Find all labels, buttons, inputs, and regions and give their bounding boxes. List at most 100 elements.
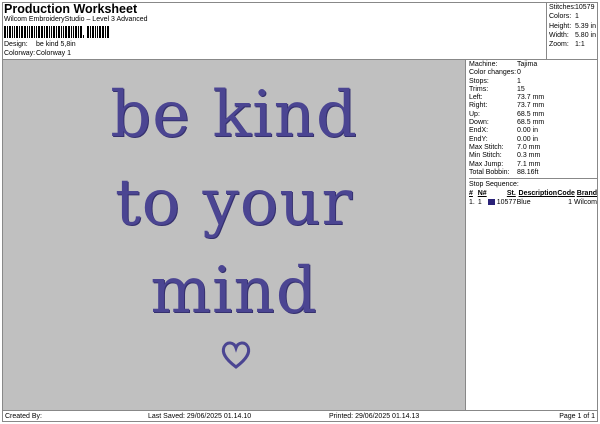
details-value: 73.7 mm — [517, 102, 545, 110]
details-label: EndY: — [469, 135, 488, 143]
details-row: Total Bobbin: 88.16ft — [469, 169, 597, 177]
summary-row: Height: 5.39 in — [549, 22, 596, 31]
footer: Created By: Last Saved: 29/06/2025 01.14… — [2, 410, 598, 422]
col-st: St. — [506, 190, 516, 198]
heart-icon — [221, 341, 251, 369]
details-row: Right: 73.7 mm — [469, 102, 597, 110]
details-label: Stops: — [469, 77, 489, 85]
col-num: # — [469, 190, 473, 198]
barcode-bar — [53, 26, 55, 38]
barcode-bar — [65, 26, 67, 38]
software-subtitle: Wilcom EmbroideryStudio – Level 3 Advanc… — [4, 16, 148, 23]
row-description: Blue — [516, 199, 531, 207]
barcode-bar — [24, 26, 26, 38]
details-value: 7.1 mm — [517, 160, 541, 168]
summary-value: 5.39 in — [574, 22, 596, 30]
details-value: Tajima — [517, 61, 538, 68]
details-value: 7.0 mm — [517, 143, 541, 151]
details-row: Down: 68.5 mm — [469, 119, 597, 127]
details-value: 15 — [517, 85, 525, 93]
design-line-3: mind — [150, 254, 318, 328]
summary-label: Colors: — [549, 13, 572, 21]
barcode-bar — [27, 26, 28, 38]
summary-row: Zoom: 1:1 — [549, 40, 596, 49]
details-row: Max Jump: 7.1 mm — [469, 161, 597, 169]
details-row: Stops: 1 — [469, 78, 597, 86]
details-label: Left: — [469, 94, 483, 102]
barcode-bar — [44, 26, 45, 38]
barcode-bar — [80, 26, 82, 38]
summary-label: Zoom: — [549, 41, 569, 49]
summary-value: 10579 — [575, 4, 595, 11]
barcode-bar — [7, 26, 8, 38]
barcode-bar — [31, 26, 33, 38]
barcode-bar — [97, 26, 98, 38]
colorway: Colorway: Colorway 1 — [4, 50, 71, 57]
details-label: Color changes: — [469, 69, 517, 77]
details-row: Left: 73.7 mm — [469, 94, 597, 102]
barcode-bar — [75, 26, 77, 38]
details-row: Up: 68.5 mm — [469, 111, 597, 119]
row-stitches: 10577 — [496, 199, 517, 207]
design-line-2: to your — [114, 166, 354, 240]
details-value: 73.7 mm — [517, 94, 545, 102]
summary-value: 1 — [575, 13, 579, 21]
summary-label: Width: — [549, 31, 569, 39]
table-row: 1. 1 10577 Blue 1 Wilcom — [469, 198, 597, 207]
design-value: be kind 5,8in — [36, 41, 76, 48]
details-value: 0.00 in — [517, 127, 539, 135]
details-value: 0.00 in — [517, 135, 539, 143]
row-brand: Wilcom — [574, 199, 597, 207]
barcode-bar — [78, 26, 79, 38]
details-row: Max Stitch: 7.0 mm — [469, 144, 597, 152]
details-label: Right: — [469, 102, 488, 110]
row-num: 1. — [469, 199, 475, 207]
row-code: 1 — [568, 199, 573, 207]
design-line-1: be kind — [110, 78, 358, 152]
summary-row: Colors: 1 — [549, 12, 596, 21]
design-preview: be kind to your mind — [3, 59, 465, 410]
barcode-bar — [107, 26, 109, 38]
barcode-bar — [21, 26, 23, 38]
barcode-bar — [16, 26, 18, 38]
barcode-bar — [29, 26, 30, 38]
stop-sequence: Stop Sequence: # N# St. Description Code… — [469, 178, 597, 207]
details-value: 68.5 mm — [517, 110, 545, 118]
printed-date: Printed: 29/06/2025 01.14.13 — [329, 413, 420, 420]
summary-row: Stitches: 10579 — [549, 3, 596, 12]
details-label: Trims: — [469, 85, 489, 93]
barcode-bar — [87, 26, 89, 38]
barcode-bar — [99, 26, 101, 38]
details-value: 68.5 mm — [517, 119, 545, 127]
colorway-label: Colorway: — [4, 50, 36, 57]
details-value: 0 — [517, 69, 521, 77]
page-title: Production Worksheet — [4, 2, 138, 16]
barcode-bar — [68, 26, 70, 38]
details-label: EndX: — [469, 127, 489, 135]
barcode-bar — [71, 26, 72, 38]
col-brand: Brand — [576, 190, 597, 198]
details-row: Min Stitch: 0.3 mm — [469, 152, 597, 160]
barcode-bar — [36, 26, 37, 38]
details-label: Min Stitch: — [469, 152, 502, 160]
barcode-bar — [56, 26, 57, 38]
details-panel: Machine: Tajima Color changes: 0 Stops: 1 Trim… — [465, 59, 598, 410]
barcode-bar — [12, 26, 13, 38]
barcode-bar — [58, 26, 60, 38]
summary-row: Width: 5.80 in — [549, 31, 596, 40]
barcode-bar — [19, 26, 20, 38]
details-row: EndX: 0.00 in — [469, 127, 597, 135]
summary-value: 5.80 in — [574, 31, 596, 39]
barcode-bar — [92, 26, 94, 38]
details-row: Trims: 15 — [469, 86, 597, 94]
summary-value: 1:1 — [575, 41, 585, 49]
barcode-bar — [105, 26, 106, 38]
barcode-bar — [14, 26, 15, 38]
barcode-bar — [73, 26, 74, 38]
summary-label: Stitches: — [549, 4, 576, 11]
barcode-bar — [95, 26, 96, 38]
barcode-bar — [61, 26, 62, 38]
details-label: Max Jump: — [469, 160, 504, 168]
barcode — [4, 26, 122, 38]
details-value: 88.16ft — [517, 168, 539, 176]
